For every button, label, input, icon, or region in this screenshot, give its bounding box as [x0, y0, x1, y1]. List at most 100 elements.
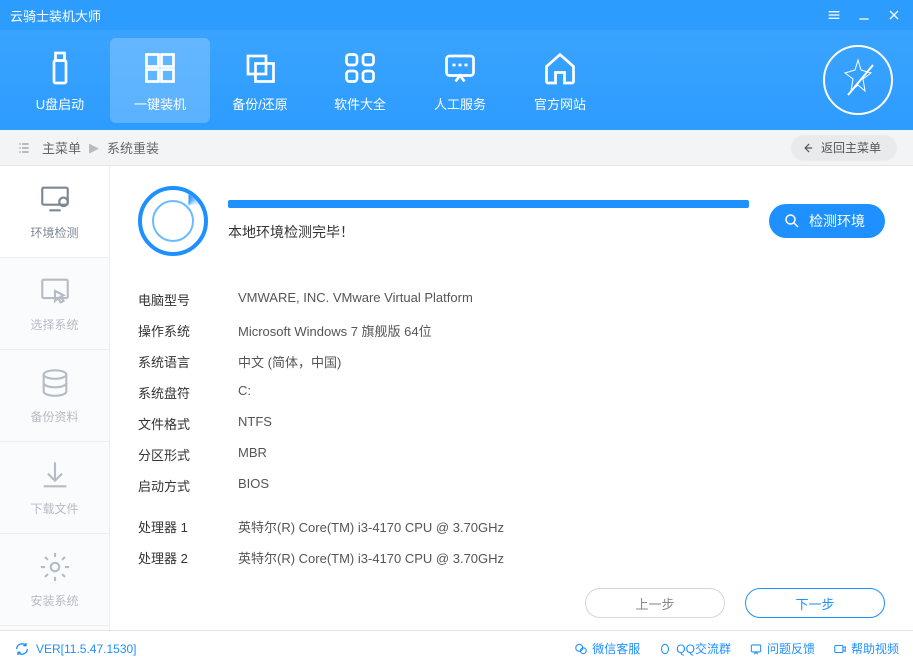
info-row: 处理器 2英特尔(R) Core(TM) i3-4170 CPU @ 3.70G…	[138, 542, 885, 573]
app-title: 云骑士装机大师	[10, 6, 101, 25]
wechat-icon	[574, 642, 588, 656]
detect-status-block: 本地环境检测完毕！	[228, 200, 749, 242]
info-label: 电脑型号	[138, 290, 238, 309]
info-label: 处理器 2	[138, 548, 238, 567]
list-icon	[16, 140, 32, 156]
content-panel: 本地环境检测完毕！ 检测环境 电脑型号VMWARE, INC. VMware V…	[110, 166, 913, 630]
nav-software[interactable]: 软件大全	[310, 38, 410, 123]
next-step-button[interactable]: 下一步	[745, 588, 885, 618]
info-row: 电脑型号VMWARE, INC. VMware Virtual Platform	[138, 284, 885, 315]
step-buttons: 上一步 下一步	[585, 588, 885, 618]
database-icon	[38, 366, 72, 400]
detect-status-text: 本地环境检测完毕！	[228, 222, 749, 242]
nav-label: 一键装机	[134, 94, 186, 113]
info-row: 系统盘符C:	[138, 377, 885, 408]
nav-label: U盘启动	[36, 94, 84, 113]
sidebar-item-env-check[interactable]: 环境检测	[0, 166, 109, 258]
back-to-main-button[interactable]: 返回主菜单	[791, 135, 897, 161]
chevron-right-icon: ▶	[89, 140, 99, 156]
windows-icon	[140, 48, 180, 88]
version-info[interactable]: VER[11.5.47.1530]	[14, 641, 137, 657]
nav-support[interactable]: 人工服务	[410, 38, 510, 123]
info-label: 系统盘符	[138, 383, 238, 402]
home-icon	[540, 48, 580, 88]
version-text: VER[11.5.47.1530]	[36, 642, 137, 656]
info-row: 操作系统Microsoft Windows 7 旗舰版 64位	[138, 315, 885, 346]
nav-one-click-install[interactable]: 一键装机	[110, 38, 210, 123]
info-value: 英特尔(R) Core(TM) i3-4170 CPU @ 3.70GHz	[238, 548, 504, 567]
detect-environment-button[interactable]: 检测环境	[769, 204, 885, 238]
info-value: MBR	[238, 445, 267, 464]
nav-usb-boot[interactable]: U盘启动	[10, 38, 110, 123]
info-value: 英特尔(R) Core(TM) i3-4170 CPU @ 3.70GHz	[238, 517, 504, 536]
chat-icon	[440, 48, 480, 88]
usb-icon	[40, 48, 80, 88]
sidebar-item-install[interactable]: 安装系统	[0, 534, 109, 626]
video-icon	[833, 642, 847, 656]
nav-label: 官方网站	[534, 94, 586, 113]
main-area: 环境检测 选择系统 备份资料 下载文件 安装系统 本地环境检测完毕！	[0, 166, 913, 630]
sidebar-item-label: 下载文件	[30, 500, 78, 517]
detect-button-label: 检测环境	[809, 211, 865, 231]
gear-icon	[38, 550, 72, 584]
radar-icon	[138, 186, 208, 256]
sidebar-item-select-system[interactable]: 选择系统	[0, 258, 109, 350]
nav-backup-restore[interactable]: 备份/还原	[210, 38, 310, 123]
copy-icon	[240, 48, 280, 88]
info-label: 操作系统	[138, 321, 238, 340]
breadcrumb-root[interactable]: 主菜单	[42, 138, 81, 157]
footer-link-feedback[interactable]: 问题反馈	[749, 640, 815, 657]
feedback-icon	[749, 642, 763, 656]
step-sidebar: 环境检测 选择系统 备份资料 下载文件 安装系统	[0, 166, 110, 630]
nav-label: 人工服务	[434, 94, 486, 113]
info-row: 文件格式NTFS	[138, 408, 885, 439]
download-icon	[38, 458, 72, 492]
footer-link-label: 微信客服	[592, 640, 640, 657]
qq-icon	[658, 642, 672, 656]
footer-link-label: 帮助视频	[851, 640, 899, 657]
sidebar-item-label: 环境检测	[30, 224, 78, 241]
info-value: NTFS	[238, 414, 272, 433]
knight-icon	[823, 45, 893, 115]
cursor-screen-icon	[38, 274, 72, 308]
sidebar-item-download[interactable]: 下载文件	[0, 442, 109, 534]
info-label: 处理器 1	[138, 517, 238, 536]
system-info-list: 电脑型号VMWARE, INC. VMware Virtual Platform…	[138, 284, 885, 630]
nav-label: 备份/还原	[232, 94, 288, 113]
footer-link-qq[interactable]: QQ交流群	[658, 640, 731, 657]
breadcrumb-current: 系统重装	[107, 138, 159, 157]
nav-website[interactable]: 官方网站	[510, 38, 610, 123]
detect-header: 本地环境检测完毕！ 检测环境	[138, 186, 885, 256]
footer-bar: VER[11.5.47.1530] 微信客服 QQ交流群 问题反馈 帮助视频	[0, 630, 913, 666]
footer-links: 微信客服 QQ交流群 问题反馈 帮助视频	[574, 640, 899, 657]
grid-icon	[340, 48, 380, 88]
info-label: 启动方式	[138, 476, 238, 495]
sidebar-item-backup[interactable]: 备份资料	[0, 350, 109, 442]
info-value: 中文 (简体，中国)	[238, 352, 341, 371]
top-nav: U盘启动 一键装机 备份/还原 软件大全 人工服务 官方网站 云骑士 装机大师	[0, 30, 913, 130]
nav-label: 软件大全	[334, 94, 386, 113]
back-arrow-icon	[801, 141, 815, 155]
info-value: VMWARE, INC. VMware Virtual Platform	[238, 290, 473, 309]
sidebar-item-label: 备份资料	[30, 408, 78, 425]
monitor-gear-icon	[38, 182, 72, 216]
progress-bar	[228, 200, 749, 208]
info-value: Microsoft Windows 7 旗舰版 64位	[238, 321, 432, 340]
info-value: C:	[238, 383, 251, 402]
search-icon	[783, 212, 801, 230]
info-label: 系统语言	[138, 352, 238, 371]
info-label: 文件格式	[138, 414, 238, 433]
info-label: 分区形式	[138, 445, 238, 464]
info-row: 系统语言中文 (简体，中国)	[138, 346, 885, 377]
info-row: 分区形式MBR	[138, 439, 885, 470]
footer-link-wechat[interactable]: 微信客服	[574, 640, 640, 657]
sidebar-item-label: 选择系统	[30, 316, 78, 333]
info-row: 处理器 1英特尔(R) Core(TM) i3-4170 CPU @ 3.70G…	[138, 511, 885, 542]
info-row: 启动方式BIOS	[138, 470, 885, 501]
footer-link-label: QQ交流群	[676, 640, 731, 657]
prev-step-button[interactable]: 上一步	[585, 588, 725, 618]
sidebar-item-label: 安装系统	[30, 592, 78, 609]
footer-link-label: 问题反馈	[767, 640, 815, 657]
footer-link-help[interactable]: 帮助视频	[833, 640, 899, 657]
nav-item-list: U盘启动 一键装机 备份/还原 软件大全 人工服务 官方网站	[10, 38, 610, 123]
